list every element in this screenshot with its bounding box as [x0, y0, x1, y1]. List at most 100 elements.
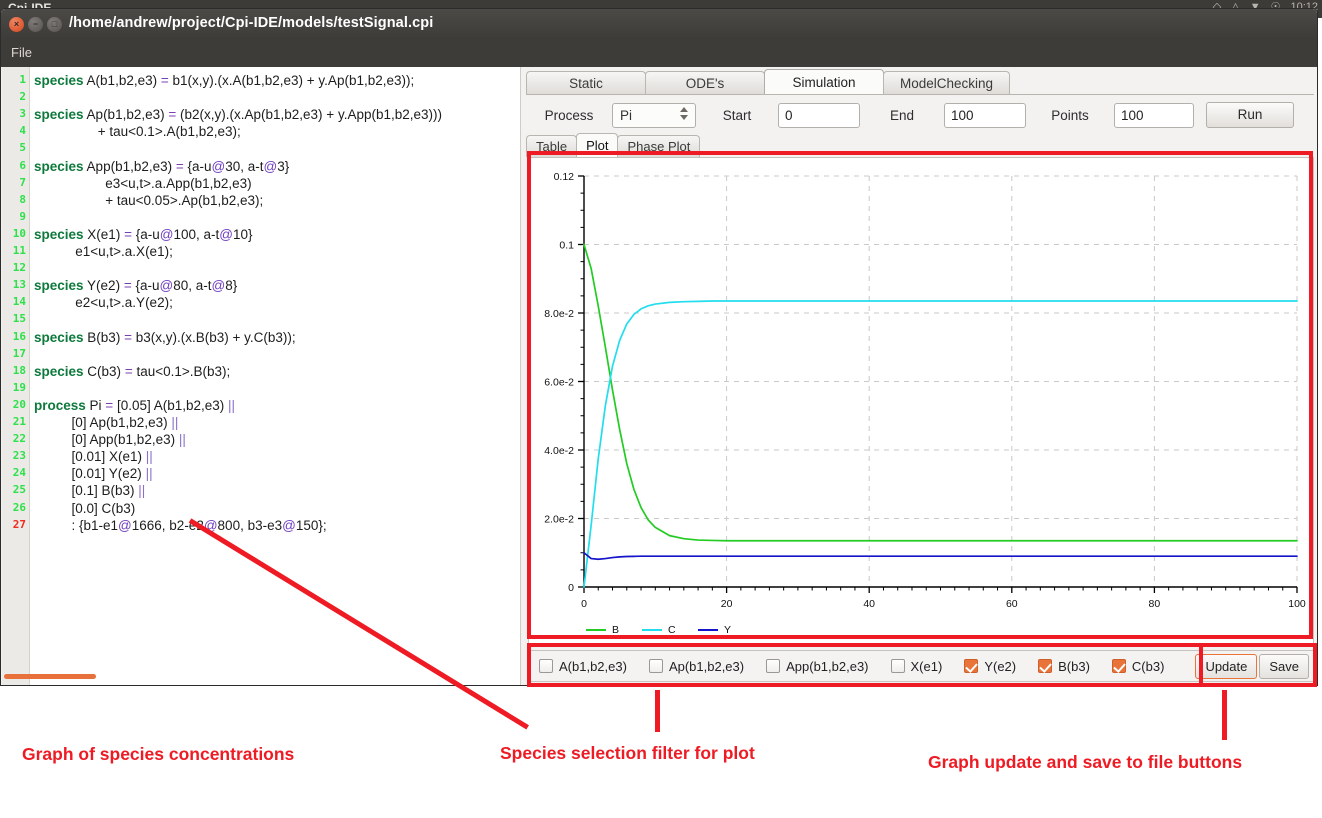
species-checkbox-label: B(b3) [1058, 658, 1090, 674]
tab-simulation[interactable]: Simulation [764, 69, 884, 95]
code-line: e1<u,t>.a.X(e1); [34, 244, 173, 259]
maximize-icon[interactable]: □ [47, 17, 62, 32]
code-line: [0.01] Y(e2) || [34, 466, 153, 482]
line-number: 10 [12, 226, 26, 240]
tab-modelchecking[interactable]: ModelChecking [883, 71, 1011, 95]
chevron-down-icon[interactable] [680, 114, 688, 120]
close-icon[interactable]: × [9, 17, 24, 32]
code-line: + tau<0.1>.A(b1,b2,e3); [34, 124, 241, 140]
checkbox-unchecked-icon[interactable] [539, 659, 553, 673]
line-number: 25 [12, 483, 26, 497]
end-input[interactable]: 100 [944, 102, 1026, 128]
plot-container: 0 2.0e-2 4.0e-2 6.0e-2 8.0e-2 0.1 0.12 0 20 40 60 8… [528, 157, 1314, 646]
line-number: 19 [12, 380, 26, 394]
code-line: process Pi = [0.05] A(b1,b2,e3) || [34, 397, 236, 413]
y-axis-tick-label: 0.12 [554, 171, 575, 183]
annotation-caption-filter: Species selection filter for plot [500, 743, 755, 763]
code-line: + tau<0.05>.Ap(b1,b2,e3); [34, 192, 264, 208]
editor-horizontal-scrollbar[interactable] [4, 674, 96, 679]
annotation-leader-buttons [1222, 690, 1227, 740]
x-axis-tick-label: 60 [1006, 598, 1018, 610]
line-number: 22 [12, 432, 26, 446]
checkbox-checked-icon[interactable] [1111, 659, 1126, 673]
menu-item-file[interactable]: File [11, 45, 32, 60]
end-label: End [889, 107, 915, 123]
species-checkbox-xe1[interactable]: X(e1) [890, 658, 943, 674]
x-axis-tick-label: 20 [721, 598, 733, 610]
line-number: 18 [12, 363, 26, 377]
subtab-plot[interactable]: Plot [576, 133, 619, 157]
line-number: 8 [19, 192, 26, 206]
line-number: 14 [12, 295, 26, 309]
species-checkbox-ye2[interactable]: Y(e2) [964, 659, 1016, 674]
species-filter-bar: A(b1,b2,e3) Ap(b1,b2,e3) App(b1,b2,e3) X(e1… [528, 650, 1314, 682]
update-button[interactable]: Update [1195, 654, 1258, 679]
process-value: Pi [620, 107, 633, 123]
line-number: 26 [12, 500, 26, 514]
legend-label-C: C [668, 624, 676, 636]
species-checkbox-ab1b2e3[interactable]: A(b1,b2,e3) [539, 659, 627, 674]
line-number: 23 [12, 449, 26, 463]
species-checkbox-label: X(e1) [910, 658, 943, 674]
code-line: [0.01] X(e1) || [34, 449, 153, 465]
points-input[interactable]: 100 [1114, 102, 1194, 128]
window-title: /home/andrew/project/Cpi-IDE/models/test… [69, 15, 434, 31]
code-editor[interactable]: 1 2 3 4 5 6 7 8 9 10 11 12 13 14 15 16 17 18 19 20 21 22 23 24 2… [2, 67, 521, 685]
line-number: 2 [19, 90, 26, 104]
tab-static[interactable]: Static [526, 71, 646, 95]
minimize-icon[interactable]: − [28, 17, 43, 32]
spinner-arrows[interactable] [680, 106, 688, 120]
code-line: species A(b1,b2,e3) = b1(x,y).(x.A(b1,b2… [34, 73, 415, 88]
y-axis-tick-label: 0 [568, 582, 574, 594]
code-line: [0] App(b1,b2,e3) || [34, 432, 186, 448]
checkbox-unchecked-icon[interactable] [766, 659, 781, 673]
code-line: [0] Ap(b1,b2,e3) || [34, 415, 179, 430]
checkbox-unchecked-icon[interactable] [648, 659, 663, 673]
code-line: species Y(e2) = {a-u@80, a-t@8} [34, 278, 238, 294]
species-checkbox-appb1b2e3[interactable]: App(b1,b2,e3) [766, 659, 869, 674]
code-text-area[interactable]: species A(b1,b2,e3) = b1(x,y).(x.A(b1,b2… [31, 67, 520, 685]
subtab-table[interactable]: Table [526, 135, 578, 157]
code-line: [0.0] C(b3) [34, 500, 136, 516]
line-number: 15 [12, 312, 26, 326]
line-number: 13 [12, 278, 26, 292]
checkbox-unchecked-icon[interactable] [890, 659, 905, 673]
annotation-leader-filter [655, 690, 660, 732]
application-window: × − □ /home/andrew/project/Cpi-IDE/model… [0, 8, 1318, 686]
process-label: Process [544, 107, 594, 123]
species-checkbox-apb1b2e3[interactable]: Ap(b1,b2,e3) [648, 659, 744, 674]
y-axis-tick-label: 0.1 [559, 240, 574, 252]
x-axis-tick-label: 0 [581, 598, 587, 610]
process-select[interactable]: Pi [612, 102, 696, 128]
tab-odes[interactable]: ODE's [645, 71, 765, 95]
species-checkbox-label: C(b3) [1131, 658, 1165, 674]
analysis-panel: Static ODE's Simulation ModelChecking Proce… [522, 67, 1317, 685]
x-axis-tick-label: 80 [1149, 598, 1161, 610]
start-input[interactable]: 0 [778, 102, 860, 128]
analysis-tab-bar[interactable]: Static ODE's Simulation ModelChecking [526, 69, 1011, 95]
checkbox-checked-icon[interactable] [1038, 659, 1053, 673]
chevron-up-icon[interactable] [680, 106, 688, 112]
legend-label-B: B [612, 624, 619, 636]
species-checkbox-group: A(b1,b2,e3) Ap(b1,b2,e3) App(b1,b2,e3) X(e1… [529, 659, 1164, 674]
x-axis-tick-label: 40 [863, 598, 875, 610]
save-button[interactable]: Save [1259, 654, 1309, 679]
species-checkbox-cb3[interactable]: C(b3) [1111, 658, 1165, 674]
line-number: 6 [19, 158, 26, 172]
subtab-phaseplot[interactable]: Phase Plot [617, 135, 701, 157]
annotation-caption-buttons: Graph update and save to file buttons [928, 752, 1243, 772]
start-label: Start [722, 107, 752, 123]
checkbox-checked-icon[interactable] [964, 659, 979, 673]
line-number: 3 [19, 107, 26, 121]
line-number: 17 [12, 346, 26, 360]
line-number: 1 [19, 73, 26, 86]
run-button[interactable]: Run [1206, 102, 1294, 128]
line-number: 11 [12, 244, 26, 257]
species-checkbox-bb3[interactable]: B(b3) [1038, 659, 1090, 674]
window-titlebar: × − □ /home/andrew/project/Cpi-IDE/model… [1, 9, 1317, 41]
menubar: File [1, 41, 1317, 67]
result-view-tab-bar[interactable]: Table Plot Phase Plot [526, 133, 701, 157]
